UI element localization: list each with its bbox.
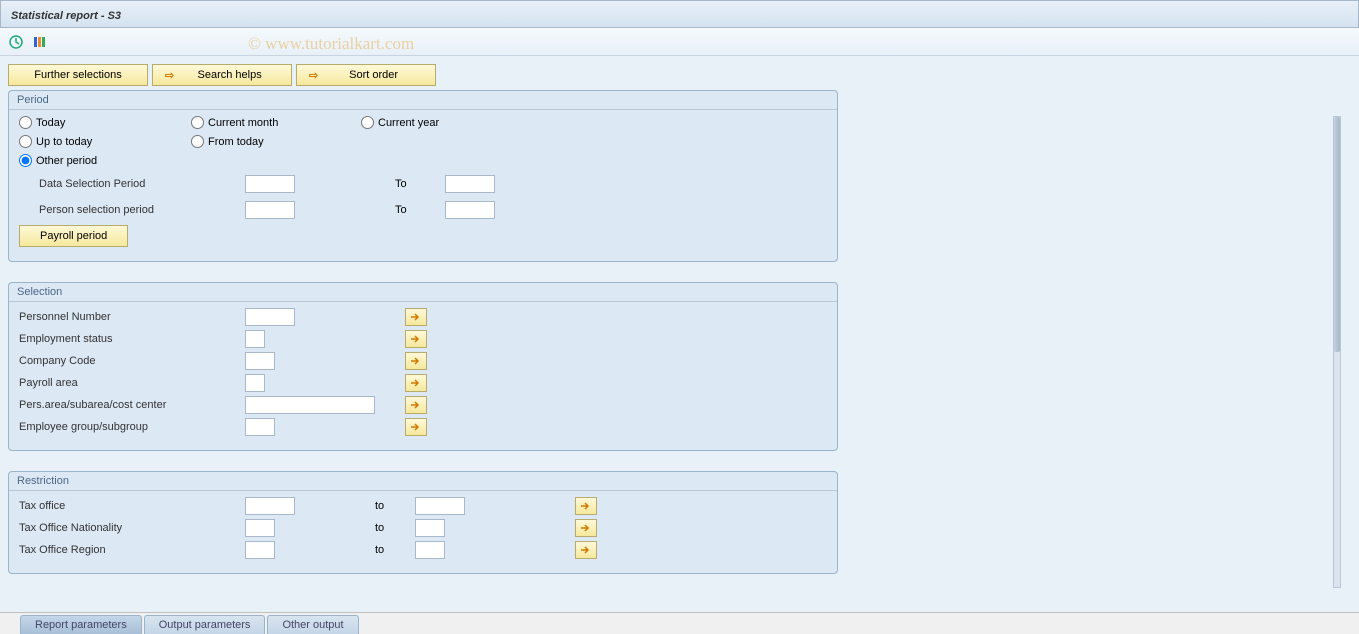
- tab-other-output[interactable]: Other output: [267, 615, 358, 634]
- radio-current-year-input[interactable]: [361, 116, 374, 129]
- field-label: Tax office: [19, 500, 245, 512]
- radio-label: Other period: [36, 155, 97, 167]
- field-input[interactable]: [245, 352, 275, 370]
- further-selections-button[interactable]: Further selections: [8, 64, 148, 86]
- to-input[interactable]: [415, 541, 445, 559]
- content-area: Further selections ⇨ Search helps ⇨ Sort…: [0, 56, 1359, 618]
- data-selection-from-input[interactable]: [245, 175, 295, 193]
- selection-row: Payroll area: [19, 374, 827, 392]
- multiple-selection-button[interactable]: [405, 374, 427, 392]
- execute-icon[interactable]: [8, 34, 24, 50]
- radio-current-year[interactable]: Current year: [361, 116, 439, 129]
- from-input[interactable]: [245, 541, 275, 559]
- field-label: Pers.area/subarea/cost center: [19, 399, 245, 411]
- radio-up-to-today-input[interactable]: [19, 135, 32, 148]
- button-label: Sort order: [324, 69, 423, 81]
- multiple-selection-button[interactable]: [405, 396, 427, 414]
- multiple-selection-button[interactable]: [405, 418, 427, 436]
- radio-current-month[interactable]: Current month: [191, 116, 361, 129]
- restriction-row: Tax Office Nationality to: [19, 519, 827, 537]
- button-label: Payroll period: [40, 230, 107, 242]
- field-label: Employee group/subgroup: [19, 421, 245, 433]
- sort-order-button[interactable]: ⇨ Sort order: [296, 64, 436, 86]
- multiple-selection-button[interactable]: [575, 497, 597, 515]
- from-input[interactable]: [245, 497, 295, 515]
- radio-label: Current month: [208, 117, 278, 129]
- multiple-selection-button[interactable]: [405, 330, 427, 348]
- to-input[interactable]: [415, 497, 465, 515]
- field-input[interactable]: [245, 374, 265, 392]
- selection-row: Employee group/subgroup: [19, 418, 827, 436]
- from-input[interactable]: [245, 519, 275, 537]
- person-selection-to-input[interactable]: [445, 201, 495, 219]
- to-label: To: [395, 178, 445, 190]
- multiple-selection-button[interactable]: [575, 519, 597, 537]
- radio-today-input[interactable]: [19, 116, 32, 129]
- radio-from-today-input[interactable]: [191, 135, 204, 148]
- radio-label: From today: [208, 136, 264, 148]
- variants-icon[interactable]: [32, 34, 48, 50]
- to-label: To: [395, 204, 445, 216]
- data-selection-to-input[interactable]: [445, 175, 495, 193]
- application-toolbar: [0, 28, 1359, 56]
- selection-row: Employment status: [19, 330, 827, 348]
- multiple-selection-button[interactable]: [575, 541, 597, 559]
- field-label: Personnel Number: [19, 311, 245, 323]
- restriction-row: Tax office to: [19, 497, 827, 515]
- radio-label: Today: [36, 117, 65, 129]
- restriction-row: Tax Office Region to: [19, 541, 827, 559]
- radio-today[interactable]: Today: [19, 116, 191, 129]
- arrow-right-icon: ⇨: [165, 69, 174, 82]
- radio-other-period-input[interactable]: [19, 154, 32, 167]
- field-label: Tax Office Nationality: [19, 522, 245, 534]
- radio-current-month-input[interactable]: [191, 116, 204, 129]
- scrollbar-thumb[interactable]: [1334, 117, 1340, 352]
- group-title: Selection: [9, 283, 837, 302]
- field-label: Tax Office Region: [19, 544, 245, 556]
- to-label: to: [375, 522, 415, 534]
- selection-row: Company Code: [19, 352, 827, 370]
- field-input[interactable]: [245, 396, 375, 414]
- radio-from-today[interactable]: From today: [191, 135, 361, 148]
- field-label: Payroll area: [19, 377, 245, 389]
- radio-up-to-today[interactable]: Up to today: [19, 135, 191, 148]
- radio-other-period[interactable]: Other period: [19, 154, 191, 167]
- field-label: Employment status: [19, 333, 245, 345]
- title-bar: Statistical report - S3: [0, 0, 1359, 28]
- group-title: Restriction: [9, 472, 837, 491]
- tabs-bar: Report parametersOutput parametersOther …: [0, 612, 1359, 634]
- period-group: Period Today Current month Current year: [8, 90, 838, 262]
- to-label: to: [375, 500, 415, 512]
- group-title: Period: [9, 91, 837, 110]
- to-label: to: [375, 544, 415, 556]
- radio-label: Up to today: [36, 136, 92, 148]
- field-input[interactable]: [245, 308, 295, 326]
- button-label: Search helps: [180, 69, 279, 81]
- radio-label: Current year: [378, 117, 439, 129]
- person-selection-from-input[interactable]: [245, 201, 295, 219]
- data-selection-label: Data Selection Period: [19, 178, 245, 190]
- field-label: Company Code: [19, 355, 245, 367]
- payroll-period-button[interactable]: Payroll period: [19, 225, 128, 247]
- selection-row: Pers.area/subarea/cost center: [19, 396, 827, 414]
- scrollbar-vertical[interactable]: [1333, 116, 1341, 588]
- field-input[interactable]: [245, 330, 265, 348]
- multiple-selection-button[interactable]: [405, 308, 427, 326]
- selection-row: Personnel Number: [19, 308, 827, 326]
- multiple-selection-button[interactable]: [405, 352, 427, 370]
- person-selection-label: Person selection period: [19, 204, 245, 216]
- selection-group: Selection Personnel Number Employment sta…: [8, 282, 838, 451]
- restriction-group: Restriction Tax officetoTax Office Natio…: [8, 471, 838, 574]
- tab-output-parameters[interactable]: Output parameters: [144, 615, 266, 634]
- arrow-right-icon: ⇨: [309, 69, 318, 82]
- button-label: Further selections: [34, 69, 121, 81]
- page-title: Statistical report - S3: [11, 10, 121, 22]
- to-input[interactable]: [415, 519, 445, 537]
- search-helps-button[interactable]: ⇨ Search helps: [152, 64, 292, 86]
- tab-report-parameters[interactable]: Report parameters: [20, 615, 142, 634]
- field-input[interactable]: [245, 418, 275, 436]
- action-buttons: Further selections ⇨ Search helps ⇨ Sort…: [8, 64, 1351, 86]
